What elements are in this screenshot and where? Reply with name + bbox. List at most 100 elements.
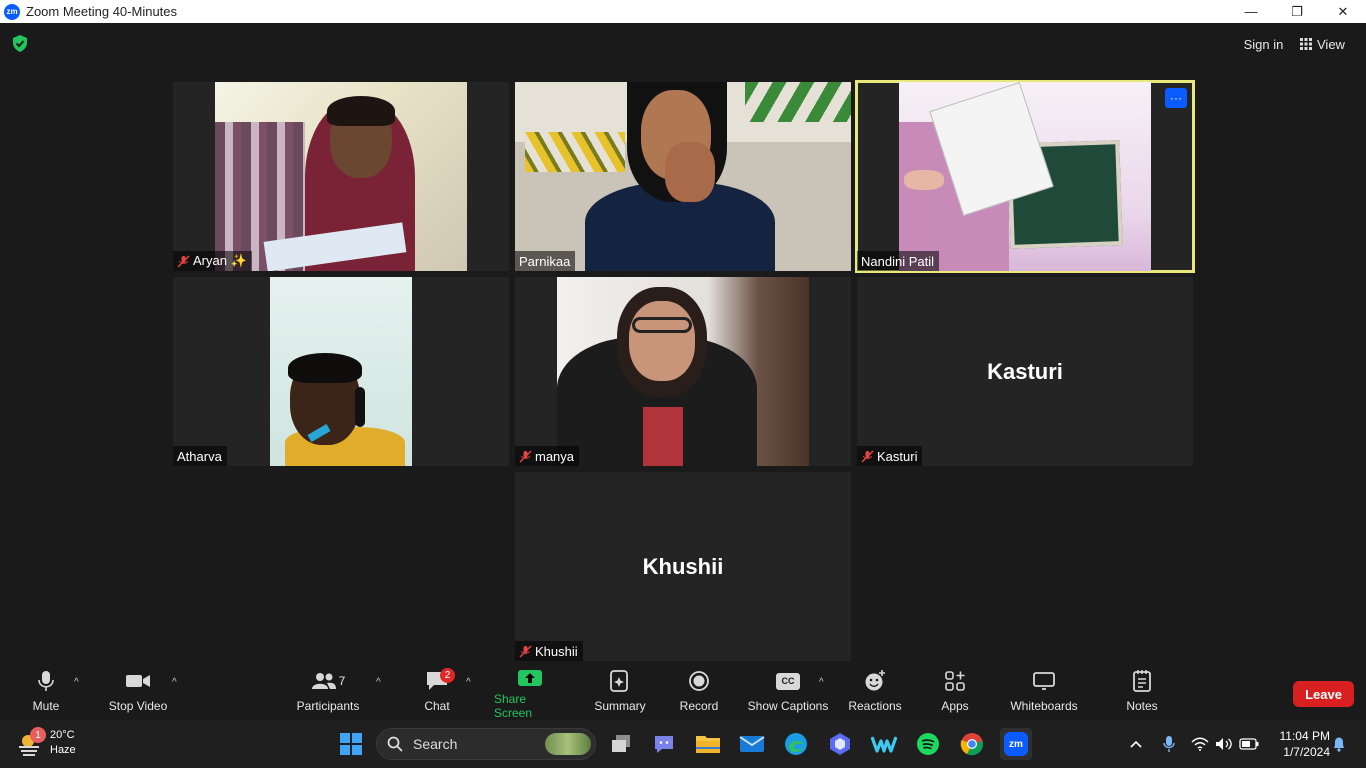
participants-count: 7 bbox=[338, 674, 346, 688]
copilot-icon bbox=[830, 733, 850, 755]
participant-tile-nandini-patil[interactable]: ··· Nandini Patil bbox=[855, 80, 1195, 273]
encryption-shield-icon[interactable] bbox=[12, 35, 28, 52]
whiteboards-button[interactable]: Whiteboards bbox=[1006, 665, 1082, 720]
task-view-button[interactable] bbox=[605, 728, 637, 760]
participant-tile-parnikaa[interactable]: Parnikaa bbox=[515, 82, 851, 271]
tile-more-options-button[interactable]: ··· bbox=[1165, 88, 1187, 108]
spotify-icon bbox=[917, 733, 939, 755]
search-icon bbox=[387, 736, 403, 752]
show-captions-label: Show Captions bbox=[747, 699, 829, 713]
minimize-button[interactable]: — bbox=[1228, 0, 1274, 23]
participant-name: Atharva bbox=[177, 448, 222, 464]
task-view-icon bbox=[612, 735, 630, 752]
participant-name: Kasturi bbox=[877, 448, 918, 464]
record-icon bbox=[689, 671, 709, 691]
participant-name-tag: Kasturi bbox=[857, 446, 923, 466]
mic-muted-icon bbox=[177, 254, 190, 268]
tray-wifi[interactable] bbox=[1190, 720, 1210, 768]
reactions-button[interactable]: Reactions bbox=[846, 665, 904, 720]
apps-grid-icon bbox=[945, 671, 965, 691]
chrome-browser-app[interactable] bbox=[956, 728, 988, 760]
participants-options-caret[interactable]: ^ bbox=[376, 677, 386, 688]
search-label: Search bbox=[413, 736, 458, 752]
chat-unread-badge: 2 bbox=[440, 668, 455, 683]
tray-microphone[interactable] bbox=[1160, 720, 1178, 768]
participants-button[interactable]: 7 Participants bbox=[292, 665, 364, 720]
participant-tile-manya[interactable]: manya bbox=[515, 277, 851, 466]
share-screen-label: Share Screen bbox=[494, 692, 533, 720]
mail-app[interactable] bbox=[736, 728, 768, 760]
system-clock[interactable]: 11:04 PM 1/7/2024 bbox=[1268, 728, 1330, 760]
stop-video-button[interactable]: Stop Video bbox=[104, 665, 172, 720]
audio-options-caret[interactable]: ^ bbox=[74, 677, 84, 688]
webex-app[interactable] bbox=[868, 728, 900, 760]
window-title: Zoom Meeting 40-Minutes bbox=[26, 4, 178, 19]
participant-name-tag: Khushii bbox=[515, 641, 583, 661]
sign-in-button[interactable]: Sign in bbox=[1237, 33, 1290, 55]
apps-button[interactable]: Apps bbox=[936, 665, 974, 720]
chat-button[interactable]: 2 Chat bbox=[418, 665, 456, 720]
file-explorer-app[interactable] bbox=[692, 728, 724, 760]
video-options-caret[interactable]: ^ bbox=[172, 677, 182, 688]
apps-label: Apps bbox=[941, 699, 969, 713]
microphone-icon bbox=[38, 671, 54, 691]
weather-description: Haze bbox=[50, 744, 76, 756]
restore-button[interactable]: ❐ bbox=[1274, 0, 1320, 23]
participant-tile-atharva[interactable]: Atharva bbox=[173, 277, 509, 466]
mic-muted-icon bbox=[861, 449, 874, 463]
whiteboards-label: Whiteboards bbox=[1010, 699, 1078, 713]
participant-tile-aryan[interactable]: Aryan ✨ bbox=[173, 82, 509, 271]
view-label: View bbox=[1317, 36, 1345, 52]
close-button[interactable]: ✕ bbox=[1320, 0, 1366, 23]
chat-label: Chat bbox=[424, 699, 450, 713]
tray-volume[interactable] bbox=[1214, 720, 1234, 768]
copilot-app[interactable] bbox=[824, 728, 856, 760]
participant-tile-khushii[interactable]: Khushii Khushii bbox=[515, 472, 851, 661]
participant-name: Aryan ✨ bbox=[193, 253, 247, 268]
show-hidden-icons-button[interactable] bbox=[1126, 720, 1146, 768]
teams-chat-app[interactable] bbox=[648, 728, 680, 760]
closed-captions-icon: CC bbox=[776, 672, 800, 690]
edge-browser-app[interactable] bbox=[780, 728, 812, 760]
record-button[interactable]: Record bbox=[677, 665, 721, 720]
notification-bell-icon bbox=[1334, 737, 1344, 752]
weather-temperature: 20°C bbox=[50, 729, 75, 741]
participant-tile-kasturi[interactable]: Kasturi Kasturi bbox=[857, 277, 1193, 466]
windows-start-button[interactable] bbox=[335, 728, 367, 760]
participant-name: Parnikaa bbox=[519, 253, 571, 269]
leave-meeting-button[interactable]: Leave bbox=[1293, 681, 1354, 707]
show-captions-button[interactable]: CC Show Captions bbox=[746, 665, 830, 720]
mute-button[interactable]: Mute bbox=[22, 665, 70, 720]
reactions-label: Reactions bbox=[848, 699, 902, 713]
meeting-toolbar: Mute ^ Stop Video ^ 7 Participants ^ 2 C… bbox=[0, 665, 1366, 720]
windows-taskbar: 1 20°C Haze Search zm 11:04 PM 1/7/2024 bbox=[0, 720, 1366, 768]
notes-icon bbox=[1133, 670, 1151, 692]
spotify-app[interactable] bbox=[912, 728, 944, 760]
zoom-app-icon: zm bbox=[1004, 732, 1028, 756]
video-gallery: Aryan ✨ Parnikaa ··· Nandini Patil Athar… bbox=[0, 63, 1366, 665]
edge-browser-icon bbox=[785, 733, 807, 755]
captions-options-caret[interactable]: ^ bbox=[819, 677, 829, 688]
participants-label: Participants bbox=[296, 699, 360, 713]
participant-name: manya bbox=[535, 448, 575, 464]
zoom-app[interactable]: zm bbox=[1000, 728, 1032, 760]
view-button[interactable]: View bbox=[1300, 33, 1345, 55]
microphone-in-use-icon bbox=[1163, 736, 1175, 752]
participant-name: Nandini Patil bbox=[861, 253, 934, 269]
weather-widget[interactable]: 1 20°C Haze bbox=[16, 727, 76, 758]
participant-video bbox=[899, 82, 1151, 271]
folder-icon bbox=[696, 736, 720, 753]
battery-icon bbox=[1239, 738, 1259, 750]
tray-battery[interactable] bbox=[1238, 720, 1260, 768]
chrome-browser-icon bbox=[960, 733, 983, 756]
notes-button[interactable]: Notes bbox=[1122, 665, 1162, 720]
summary-button[interactable]: Summary bbox=[591, 665, 649, 720]
chat-options-caret[interactable]: ^ bbox=[466, 677, 476, 688]
teams-chat-icon bbox=[655, 736, 673, 753]
share-screen-button[interactable]: Share Screen bbox=[494, 665, 566, 720]
zoom-logo-icon: zm bbox=[4, 3, 20, 20]
notifications-button[interactable] bbox=[1330, 720, 1348, 768]
taskbar-search-box[interactable]: Search bbox=[376, 728, 596, 760]
participant-name-tag: Nandini Patil bbox=[857, 251, 939, 271]
participants-icon bbox=[311, 673, 336, 689]
